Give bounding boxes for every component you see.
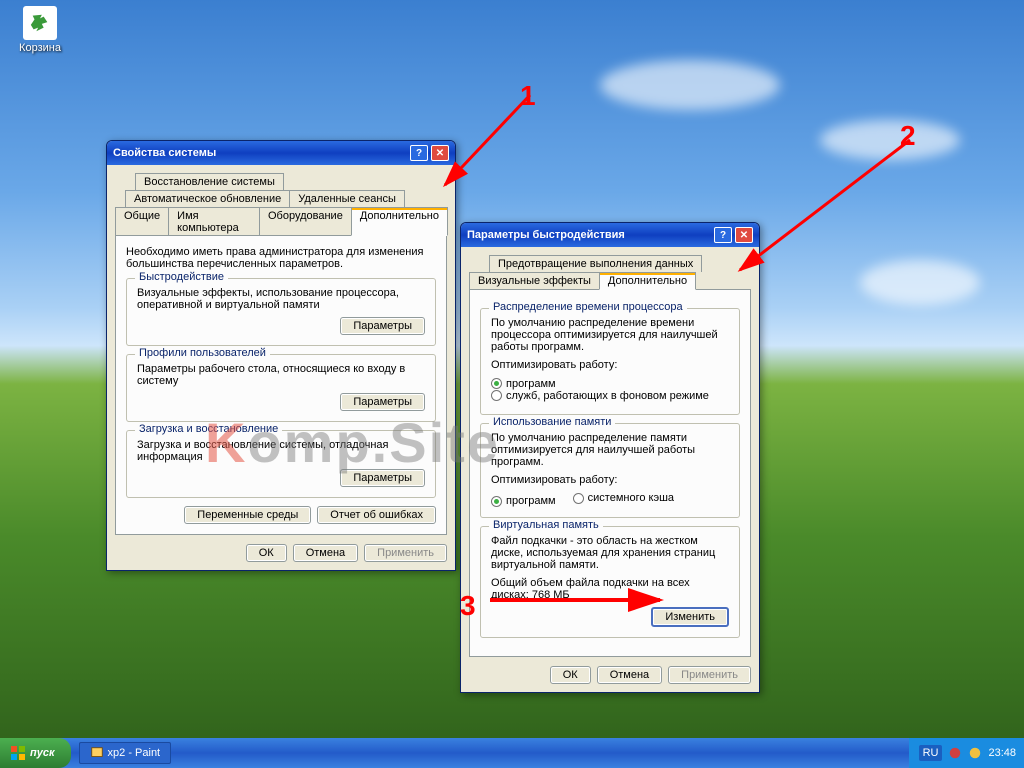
group-cpu-scheduling: Распределение времени процессора По умол… <box>480 308 740 415</box>
apply-button[interactable]: Применить <box>364 544 447 562</box>
tab-general[interactable]: Общие <box>115 207 169 236</box>
group-mem-text: По умолчанию распределение памяти оптими… <box>491 432 729 468</box>
close-button[interactable]: ✕ <box>735 227 753 243</box>
env-vars-button[interactable]: Переменные среды <box>184 506 311 524</box>
tab-visual-effects[interactable]: Визуальные эффекты <box>469 272 600 290</box>
tab-computer-name[interactable]: Имя компьютера <box>168 207 260 236</box>
group-performance: Быстродействие Визуальные эффекты, испол… <box>126 278 436 346</box>
help-button[interactable]: ? <box>714 227 732 243</box>
group-startup: Загрузка и восстановление Загрузка и вос… <box>126 430 436 498</box>
recycle-bin-icon <box>23 6 57 40</box>
tray-icon[interactable] <box>948 746 962 760</box>
change-vm-button[interactable]: Изменить <box>651 607 729 627</box>
admin-note: Необходимо иметь права администратора дл… <box>126 246 436 270</box>
profiles-settings-button[interactable]: Параметры <box>340 393 425 411</box>
optimize-label: Оптимизировать работу: <box>491 359 729 371</box>
performance-settings-button[interactable]: Параметры <box>340 317 425 335</box>
recycle-bin[interactable]: Корзина <box>12 6 68 54</box>
group-startup-title: Загрузка и восстановление <box>135 423 282 435</box>
group-profiles-title: Профили пользователей <box>135 347 270 359</box>
cancel-button[interactable]: Отмена <box>597 666 662 684</box>
radio-services[interactable]: служб, работающих в фоновом режиме <box>491 390 709 402</box>
tab-dep[interactable]: Предотвращение выполнения данных <box>489 255 702 272</box>
tray-icon[interactable] <box>968 746 982 760</box>
tab-remote-sessions[interactable]: Удаленные сеансы <box>289 190 405 207</box>
tab-advanced[interactable]: Дополнительно <box>351 207 448 236</box>
window-title: Свойства системы <box>113 147 216 159</box>
ok-button[interactable]: ОК <box>550 666 591 684</box>
performance-options-window: Параметры быстродействия ? ✕ Предотвраще… <box>460 222 760 693</box>
clock[interactable]: 23:48 <box>988 747 1016 759</box>
radio-programs[interactable]: программ <box>491 378 556 390</box>
apply-button[interactable]: Применить <box>668 666 751 684</box>
ok-button[interactable]: ОК <box>246 544 287 562</box>
window-title: Параметры быстродействия <box>467 229 625 241</box>
group-performance-title: Быстродействие <box>135 271 228 283</box>
cancel-button[interactable]: Отмена <box>293 544 358 562</box>
group-startup-text: Загрузка и восстановление системы, отлад… <box>137 439 425 463</box>
close-button[interactable]: ✕ <box>431 145 449 161</box>
start-button[interactable]: пуск <box>0 738 71 768</box>
tab-system-restore[interactable]: Восстановление системы <box>135 173 284 190</box>
group-vm-title: Виртуальная память <box>489 519 603 531</box>
tab-advanced[interactable]: Дополнительно <box>599 272 696 290</box>
tab-auto-update[interactable]: Автоматическое обновление <box>125 190 290 207</box>
group-performance-text: Визуальные эффекты, использование процес… <box>137 287 425 311</box>
windows-logo-icon <box>10 745 26 761</box>
paint-icon <box>90 746 104 760</box>
radio-programs-mem[interactable]: программ <box>491 495 556 507</box>
group-mem-title: Использование памяти <box>489 416 615 428</box>
group-vm-text: Файл подкачки - это область на жестком д… <box>491 535 729 571</box>
start-label: пуск <box>30 747 55 759</box>
group-virtual-memory: Виртуальная память Файл подкачки - это о… <box>480 526 740 638</box>
radio-system-cache[interactable]: системного кэша <box>573 492 674 504</box>
language-indicator[interactable]: RU <box>919 745 943 761</box>
group-vm-total: Общий объем файла подкачки на всех диска… <box>491 577 729 601</box>
group-cpu-title: Распределение времени процессора <box>489 301 687 313</box>
titlebar-performance-options[interactable]: Параметры быстродействия ? ✕ <box>461 223 759 247</box>
taskbar-item-paint[interactable]: xp2 - Paint <box>79 742 172 764</box>
group-profiles: Профили пользователей Параметры рабочего… <box>126 354 436 422</box>
optimize-label: Оптимизировать работу: <box>491 474 729 486</box>
group-memory-usage: Использование памяти По умолчанию распре… <box>480 423 740 518</box>
annotation-1: 1 <box>520 80 536 112</box>
system-properties-window: Свойства системы ? ✕ Восстановление сист… <box>106 140 456 571</box>
annotation-3: 3 <box>460 590 476 622</box>
tab-hardware[interactable]: Оборудование <box>259 207 352 236</box>
startup-settings-button[interactable]: Параметры <box>340 469 425 487</box>
titlebar-system-properties[interactable]: Свойства системы ? ✕ <box>107 141 455 165</box>
annotation-2: 2 <box>900 120 916 152</box>
recycle-bin-label: Корзина <box>12 42 68 54</box>
group-cpu-text: По умолчанию распределение времени проце… <box>491 317 729 353</box>
help-button[interactable]: ? <box>410 145 428 161</box>
taskbar: пуск xp2 - Paint RU 23:48 <box>0 738 1024 768</box>
error-report-button[interactable]: Отчет об ошибках <box>317 506 436 524</box>
group-profiles-text: Параметры рабочего стола, относящиеся ко… <box>137 363 425 387</box>
system-tray[interactable]: RU 23:48 <box>909 738 1024 768</box>
